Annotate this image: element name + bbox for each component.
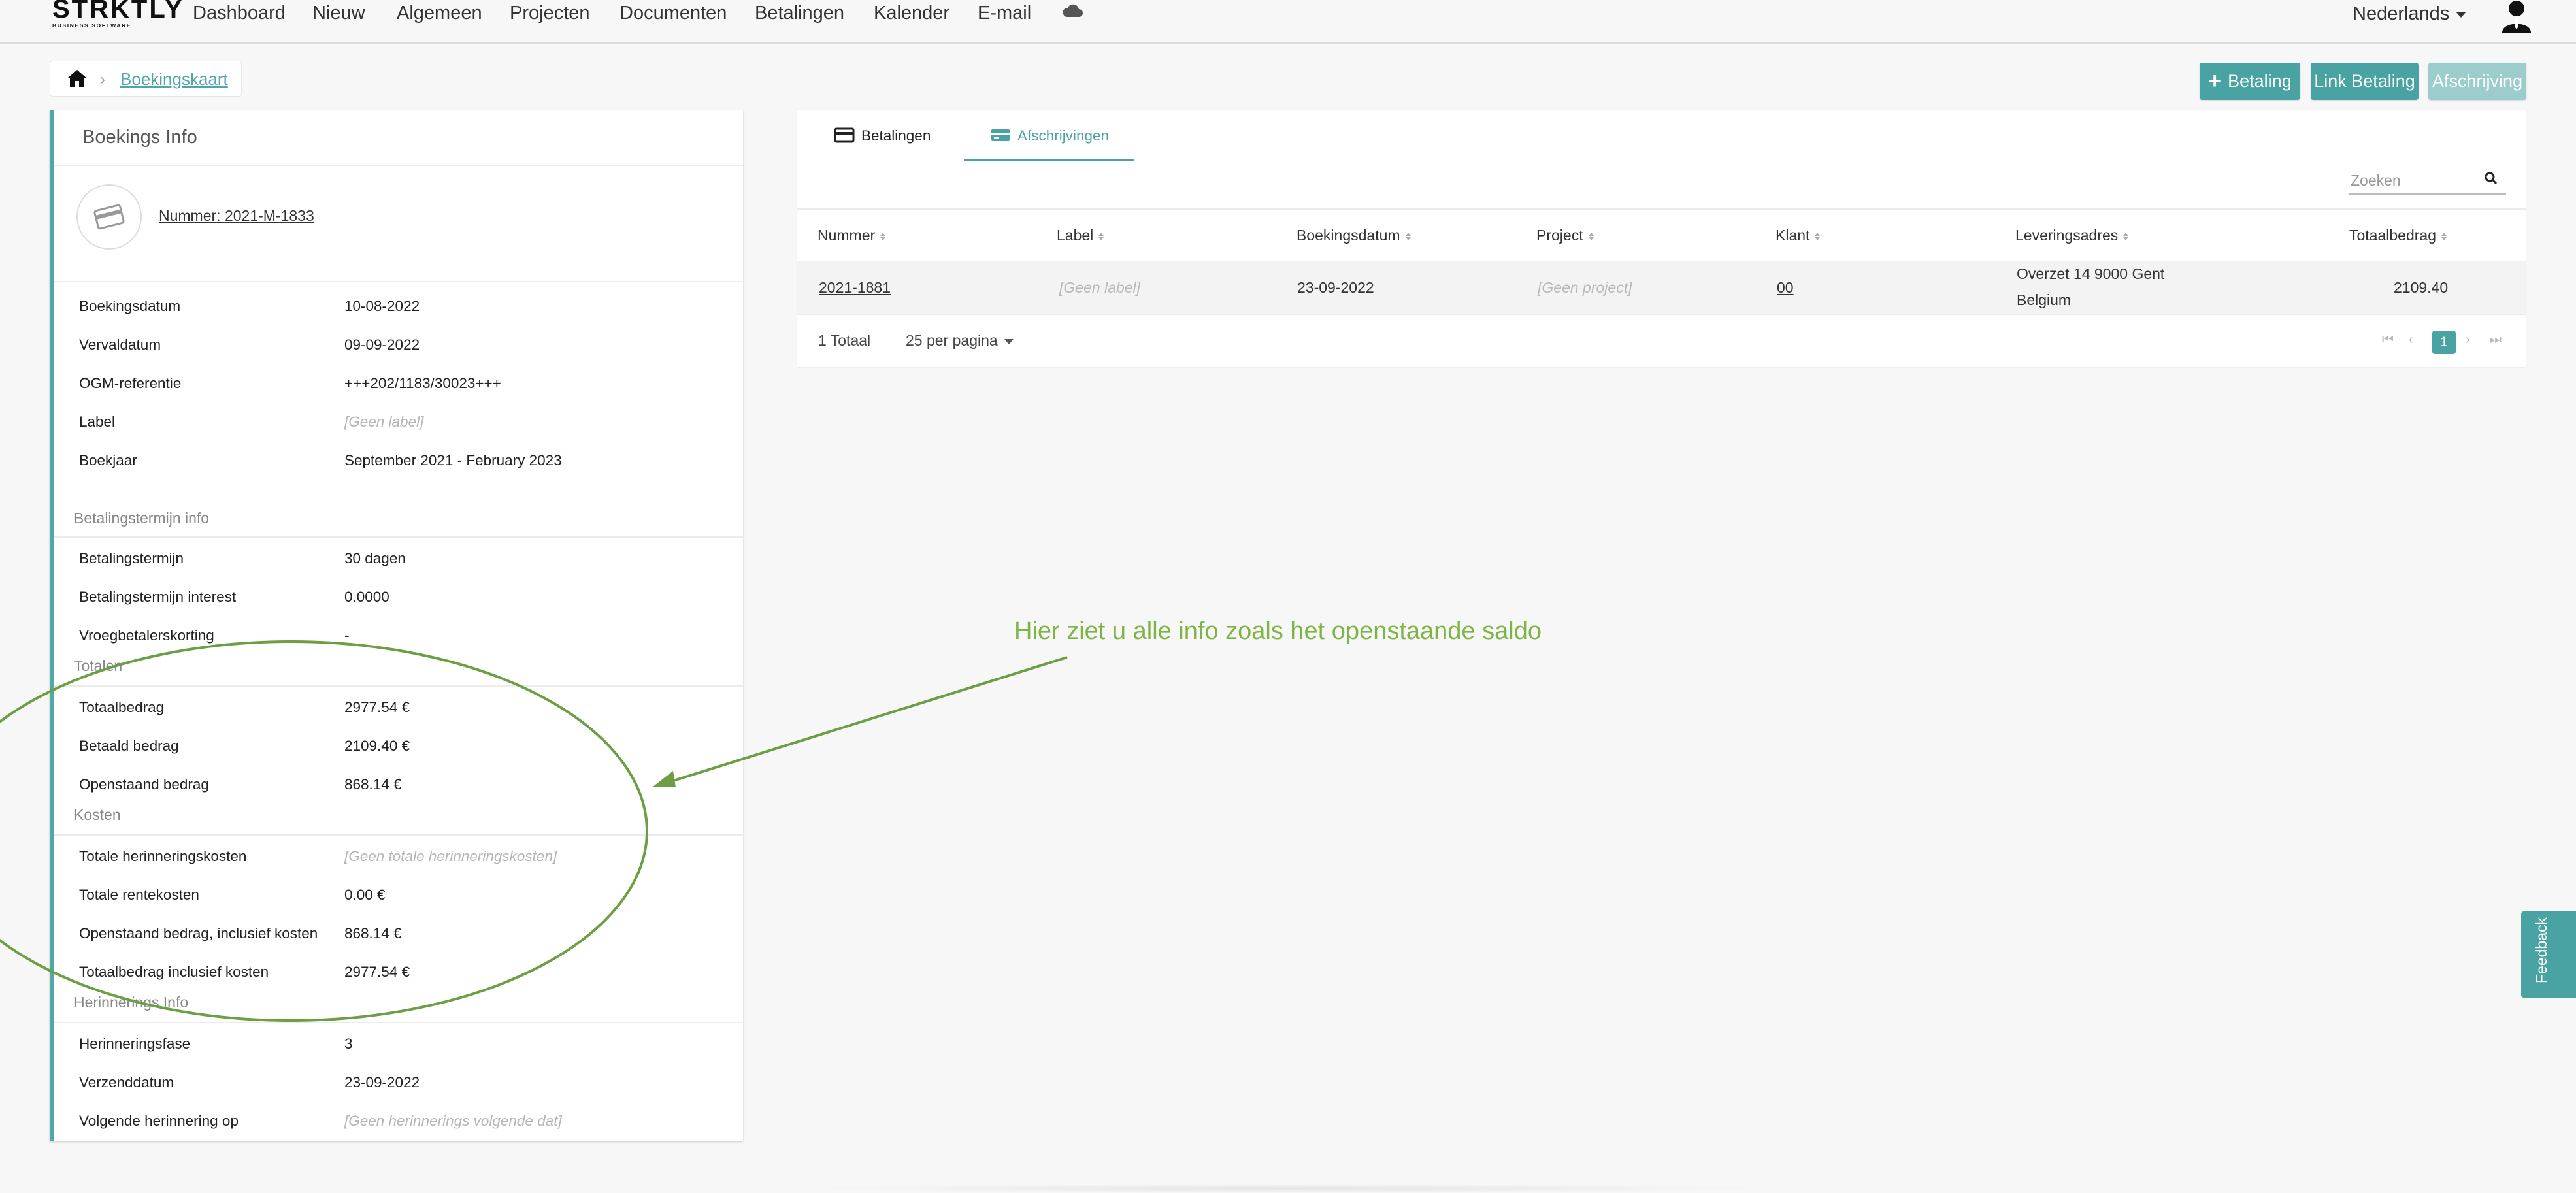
feedback-label: Feedback [2533, 917, 2550, 983]
annotation-text: Hier ziet u alle info zoals het openstaa… [1014, 617, 1542, 645]
annotation-arrow-head [652, 771, 676, 787]
annotation-overlay [0, 640, 1068, 1022]
bottom-shadow [797, 1184, 1777, 1193]
annotation-arrow-line [658, 656, 1068, 787]
feedback-button[interactable]: Feedback [2521, 911, 2576, 998]
annotation-ellipse [0, 640, 648, 1022]
